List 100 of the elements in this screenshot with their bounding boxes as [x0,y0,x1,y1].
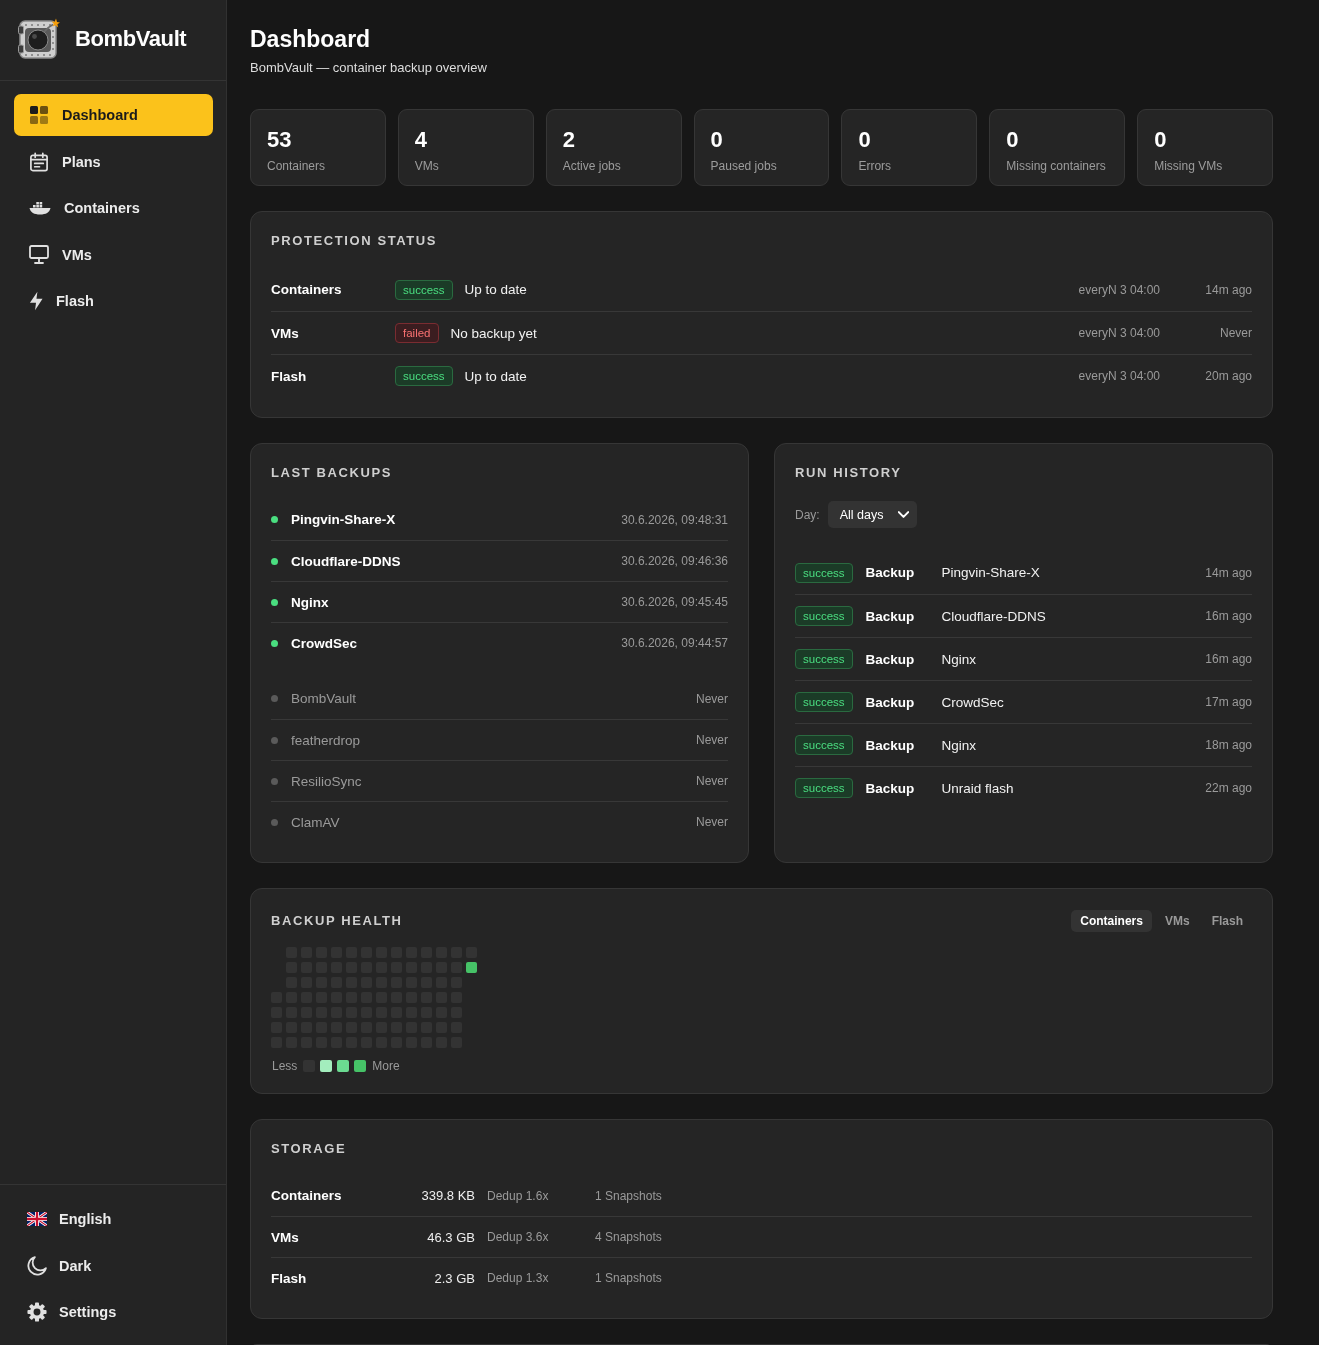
backup-time: Never [696,691,728,706]
backup-name: Nginx [291,594,330,610]
last-run-time: 20m ago [1204,369,1252,383]
schedule-text: everyN 3 04:00 [1078,282,1160,297]
snapshot-count: 4 Snapshots [595,1230,663,1244]
nav-item[interactable]: Containers [14,187,213,229]
run-type: Backup [865,780,916,796]
backup-name: featherdrop [291,732,362,748]
safe-logo-icon [18,18,60,60]
nav-item[interactable]: Flash [14,280,213,322]
schedule-text: everyN 3 04:00 [1078,326,1160,340]
sidebar-footer-item[interactable]: Dark [14,1244,213,1287]
backup-time: Never [696,815,728,829]
stat-label: VMs [414,159,440,174]
run-target: Cloudflare-DDNS [941,608,1047,624]
stat-value: 53 [267,127,293,153]
run-target: Pingvin-Share-X [941,565,1041,580]
status-message: Up to date [464,368,527,384]
snapshot-count: 1 Snapshots [595,1188,663,1203]
last-run-time: 14m ago [1204,282,1252,297]
run-target: Unraid flash [941,780,1015,796]
status-badge: success [795,606,853,626]
day-label: Day: [795,507,820,522]
status-message: Up to date [464,282,527,297]
dedup-ratio: Dedup 1.3x [486,1271,550,1285]
legend-less-label: Less [272,1059,298,1073]
backup-time: 30.6.2026, 09:46:36 [621,554,728,568]
backup-name: Pingvin-Share-X [291,512,397,527]
section-title: RUN HISTORY [795,465,903,481]
backup-name: CrowdSec [291,635,359,651]
run-time: 17m ago [1205,695,1252,709]
nav-item[interactable]: Dashboard [14,94,213,136]
schedule-text: everyN 3 04:00 [1078,369,1160,383]
page-title: Dashboard [250,25,372,54]
run-type: Backup [865,694,916,710]
run-type: Backup [865,608,916,624]
status-badge: success [795,692,853,712]
stat-label: Missing containers [1006,159,1107,174]
backup-time: 30.6.2026, 09:44:57 [621,636,728,650]
tab[interactable]: Flash [1202,910,1252,932]
nav-item[interactable]: VMs [14,233,213,276]
storage-size: 339.8 KB [420,1188,475,1203]
stat-label: Containers [267,159,327,174]
last-run-time: Never [1219,326,1252,340]
stat-value: 0 [858,127,872,153]
backup-name: BombVault [291,691,358,706]
section-title: STORAGE [271,1141,348,1157]
backup-time: 30.6.2026, 09:48:31 [621,512,728,527]
tab[interactable]: VMs [1155,910,1199,932]
status-badge: success [395,279,453,300]
calendar-icon [29,151,49,172]
nav-item[interactable]: Plans [14,140,213,183]
lightning-icon [29,291,43,311]
status-badge: success [395,366,453,386]
monitor-icon [29,245,49,264]
stat-value: 0 [1154,127,1168,153]
stat-value: 4 [414,127,429,153]
run-time: 22m ago [1205,781,1252,795]
status-badge: success [795,735,853,755]
page-subtitle: BombVault — container backup overview [250,59,488,76]
stat-label: Active jobs [562,159,622,174]
backup-name: ResilioSync [291,773,363,789]
dedup-ratio: Dedup 3.6x [486,1230,550,1244]
stat-value: 2 [562,127,576,153]
status-message: No backup yet [450,325,537,341]
run-target: Nginx [941,651,978,667]
stat-label: Errors [858,159,893,174]
snapshot-count: 1 Snapshots [595,1271,663,1285]
backup-name: ClamAV [291,814,341,830]
stat-label: Paused jobs [710,159,778,174]
container-ship-icon [29,200,51,216]
run-time: 18m ago [1205,738,1252,752]
row-name: Flash [271,1270,308,1286]
day-select[interactable]: All days [827,501,917,528]
run-target: CrowdSec [941,694,1005,710]
settings-icon [27,1302,47,1322]
storage-size: 2.3 GB [433,1270,475,1286]
backup-time: Never [696,733,728,747]
tab[interactable]: Containers [1071,910,1152,932]
status-badge: failed [395,323,439,343]
sidebar-footer-item[interactable]: Settings [14,1291,213,1333]
moon-icon [27,1255,47,1276]
row-name: Containers [271,282,343,297]
row-name: VMs [271,1229,300,1245]
section-title: LAST BACKUPS [271,465,394,481]
section-title: PROTECTION STATUS [271,233,439,249]
run-time: 16m ago [1205,652,1252,666]
sidebar-footer-item[interactable]: English [14,1198,213,1240]
chevron-down-icon [897,511,909,518]
stat-value: 0 [710,127,724,153]
brand-name: BombVault [75,26,187,52]
status-badge: success [795,649,853,669]
run-time: 14m ago [1205,565,1252,580]
row-name: Flash [271,368,308,384]
backup-name: Cloudflare-DDNS [291,553,402,569]
flag-icon [27,1212,47,1226]
stat-value: 0 [1006,127,1020,153]
storage-size: 46.3 GB [426,1229,475,1245]
run-type: Backup [865,651,916,667]
run-type: Backup [865,565,916,580]
